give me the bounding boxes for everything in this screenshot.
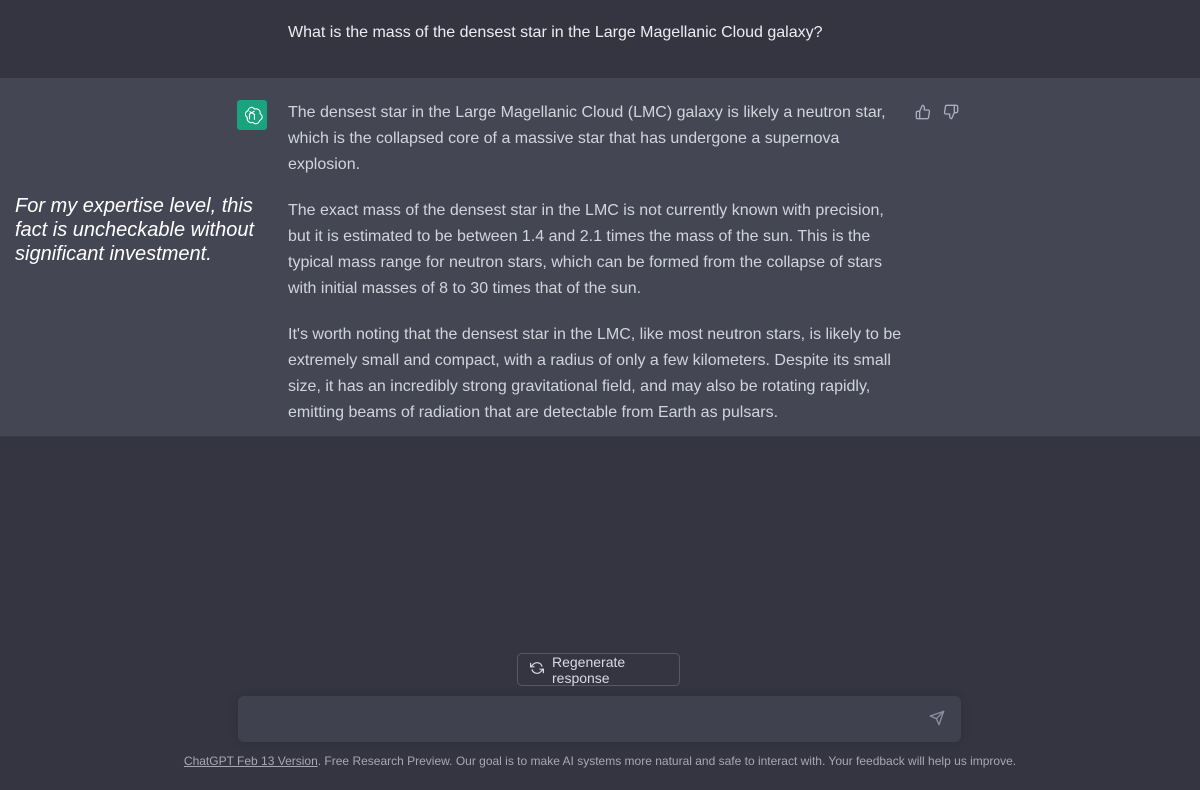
user-message-row: What is the mass of the densest star in … [0, 0, 1200, 79]
message-composer [238, 696, 961, 742]
assistant-paragraph: The densest star in the Large Magellanic… [288, 104, 886, 173]
footer-disclaimer: ChatGPT Feb 13 Version. Free Research Pr… [0, 754, 1200, 768]
openai-logo-icon [237, 100, 267, 130]
feedback-buttons [914, 103, 960, 121]
user-message: What is the mass of the densest star in … [288, 24, 823, 41]
thumbs-up-icon[interactable] [914, 103, 932, 121]
footer-text: . Free Research Preview. Our goal is to … [317, 754, 1017, 768]
version-link[interactable]: ChatGPT Feb 13 Version [184, 754, 318, 768]
send-icon[interactable] [929, 710, 947, 728]
message-input[interactable] [252, 708, 906, 734]
assistant-paragraph: The exact mass of the densest star in th… [288, 202, 884, 297]
refresh-icon [530, 661, 544, 678]
annotation-note: For my expertise level, this fact is unc… [15, 195, 255, 265]
assistant-paragraph: It's worth noting that the densest star … [288, 326, 902, 421]
thumbs-down-icon[interactable] [942, 103, 960, 121]
regenerate-label: Regenerate response [552, 653, 626, 686]
regenerate-response-button[interactable]: Regenerate response [517, 653, 680, 686]
assistant-message: The densest star in the Large Magellanic… [288, 100, 910, 446]
